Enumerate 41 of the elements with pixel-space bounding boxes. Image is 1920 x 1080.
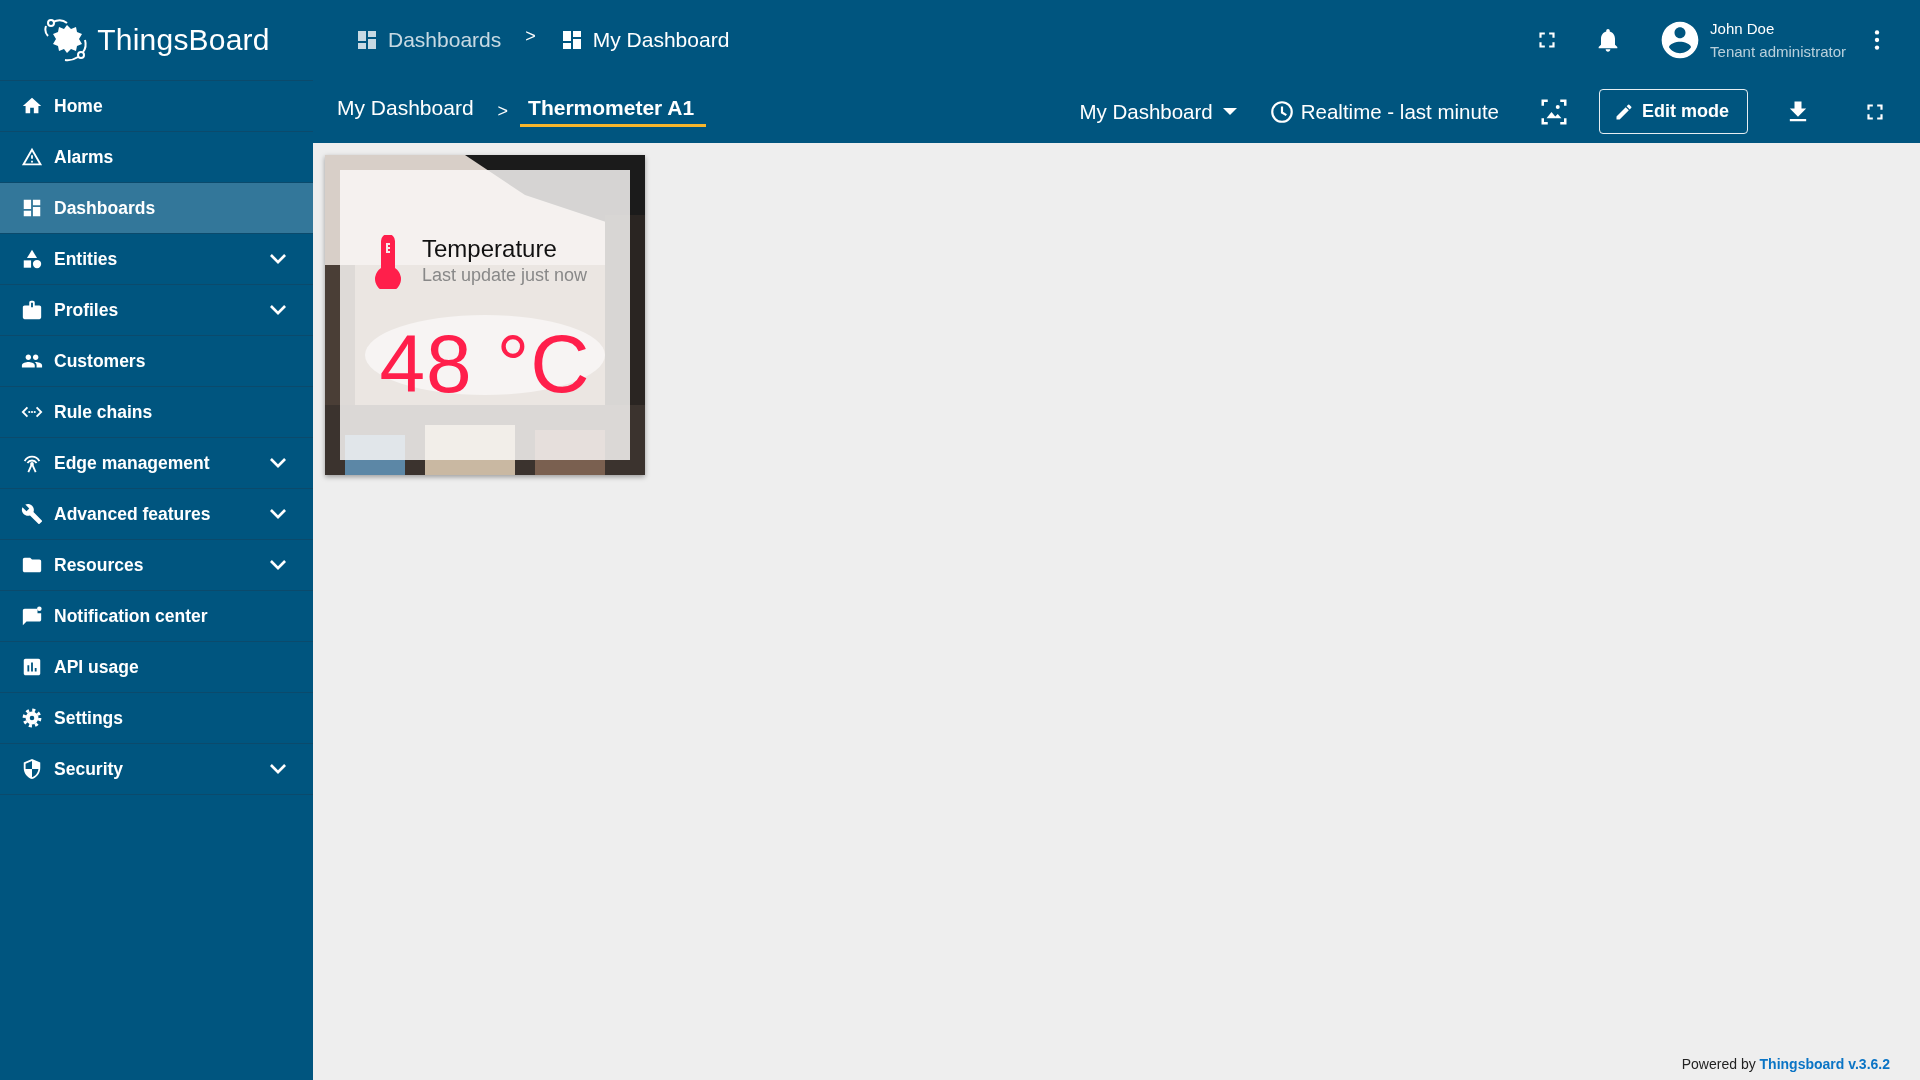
dashboard-select[interactable]: My Dashboard bbox=[1079, 93, 1237, 130]
settings-icon bbox=[21, 707, 43, 729]
dashboard-icon bbox=[355, 28, 379, 52]
sidebar-item[interactable]: Entities bbox=[0, 234, 313, 285]
sidebar-item[interactable]: API usage bbox=[0, 642, 313, 693]
sidebar-item[interactable]: Home bbox=[0, 81, 313, 132]
tools-icon bbox=[21, 503, 43, 525]
version-link[interactable]: Thingsboard v.3.6.2 bbox=[1759, 1056, 1890, 1072]
shapes-icon bbox=[21, 248, 43, 270]
dropdown-arrow-icon bbox=[1222, 108, 1237, 115]
badge-icon bbox=[21, 299, 43, 321]
thermometer-icon bbox=[374, 235, 402, 289]
pencil-icon bbox=[1614, 101, 1634, 122]
sidebar-item[interactable]: Security bbox=[0, 744, 313, 795]
sidebar-item[interactable]: Resources bbox=[0, 540, 313, 591]
timewindow-button[interactable]: Realtime - last minute bbox=[1268, 92, 1499, 131]
shield-icon bbox=[21, 758, 43, 780]
user-role: Tenant administrator bbox=[1710, 43, 1846, 60]
state-link[interactable]: My Dashboard bbox=[337, 96, 474, 127]
breadcrumb-link[interactable]: Dashboards bbox=[355, 28, 502, 52]
state-link[interactable]: Thermometer A1 bbox=[520, 96, 707, 127]
sidebar-item[interactable]: Dashboards bbox=[0, 183, 313, 234]
sidebar-item[interactable]: Advanced features bbox=[0, 489, 313, 540]
temperature-value: 48 °C bbox=[379, 317, 591, 411]
warning-icon bbox=[21, 146, 43, 168]
edit-mode-button[interactable]: Edit mode bbox=[1599, 89, 1748, 134]
dashboard-icon bbox=[21, 197, 43, 219]
widget-subtitle: Last update just now bbox=[422, 265, 588, 286]
sidebar-item[interactable]: Notification center bbox=[0, 591, 313, 642]
user-name: John Doe bbox=[1710, 20, 1776, 37]
breadcrumb-separator: > bbox=[525, 25, 536, 47]
sidebar-item[interactable]: Settings bbox=[0, 693, 313, 744]
chat-icon bbox=[21, 605, 43, 627]
state-separator: > bbox=[497, 101, 509, 122]
clock-icon bbox=[1268, 98, 1295, 125]
breadcrumb-link[interactable]: My Dashboard bbox=[559, 28, 730, 52]
logo-text: ThingsBoard bbox=[97, 23, 270, 57]
bar-chart-icon bbox=[21, 656, 43, 678]
widget-title: Temperature bbox=[422, 235, 558, 263]
sidebar-item[interactable]: Profiles bbox=[0, 285, 313, 336]
powered-by-text: Powered by Thingsboard v.3.6.2 bbox=[1681, 1056, 1891, 1074]
